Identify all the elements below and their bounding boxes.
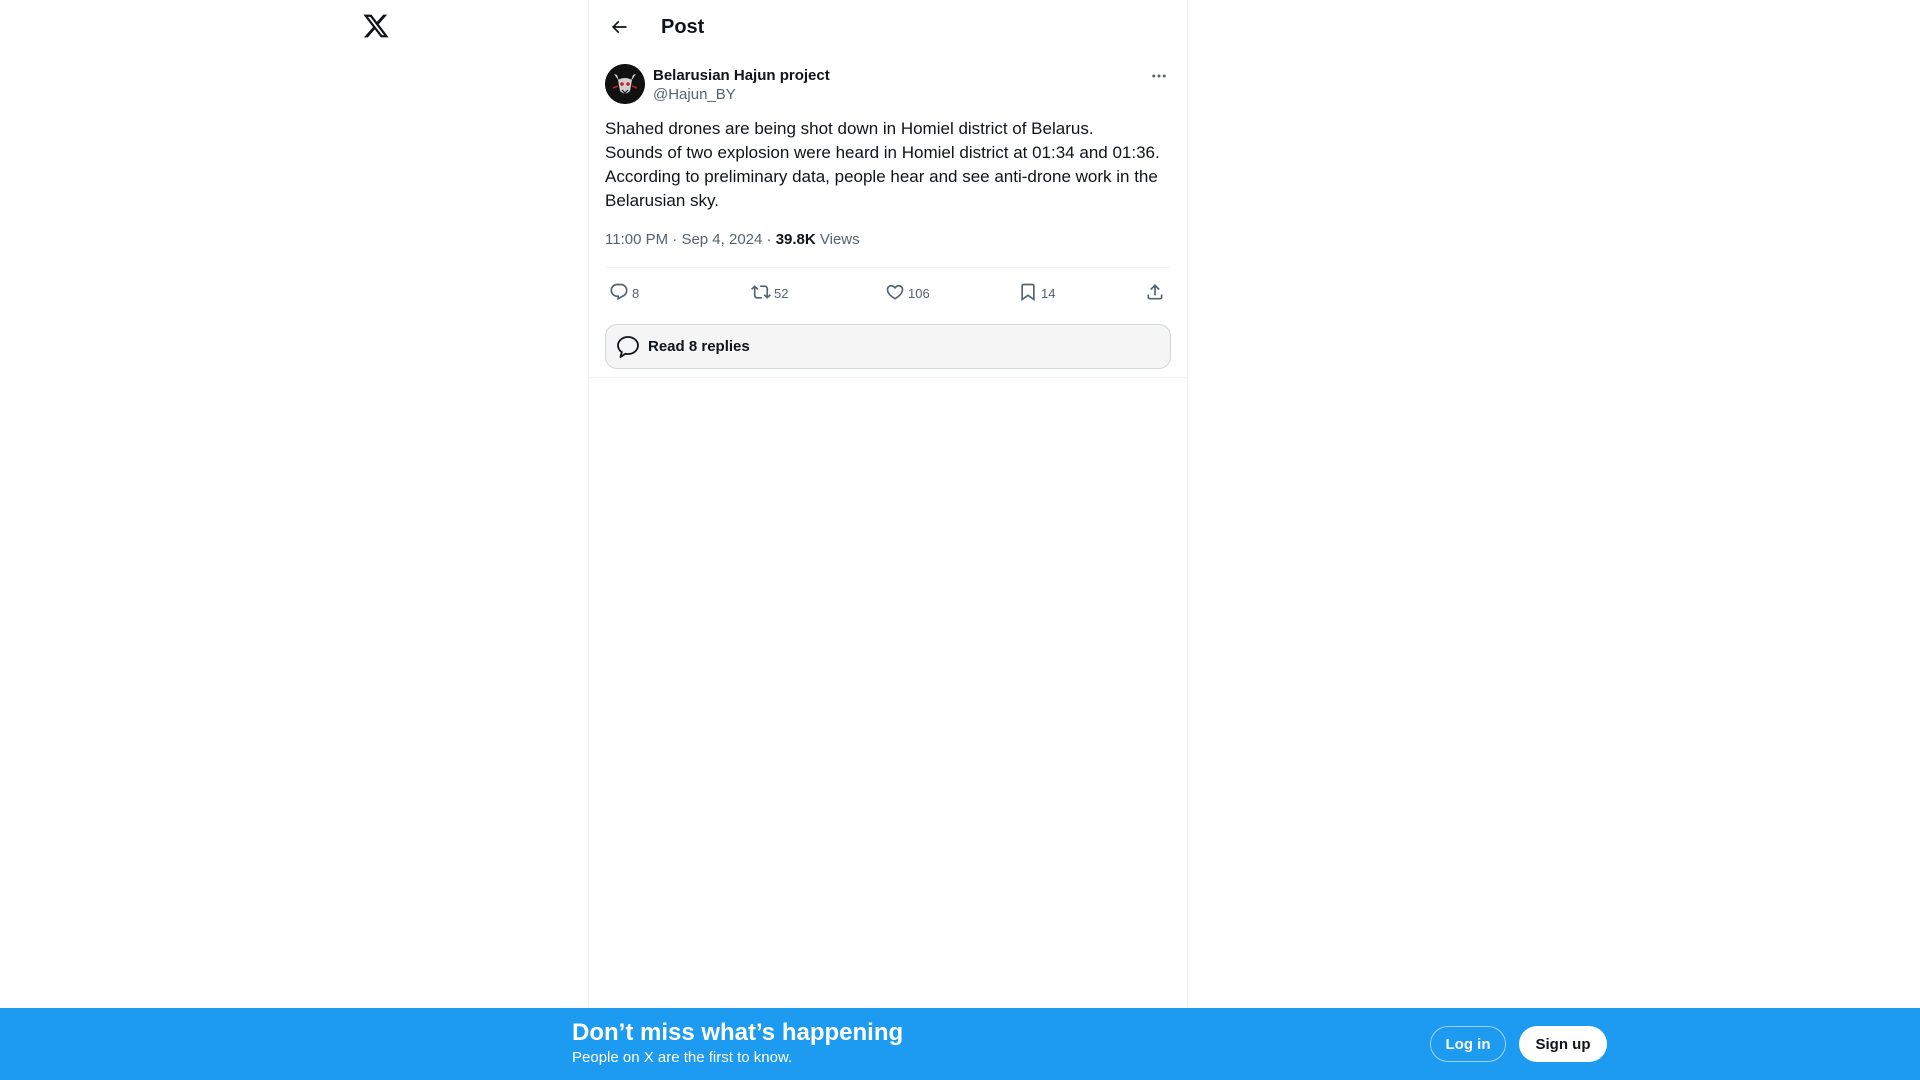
views-count: 39.8K — [775, 231, 816, 248]
tweet-text: Shahed drones are being shot down in Hom… — [605, 119, 1160, 210]
main-column: Post Belarusian Hajun project @Hajun_BY — [588, 0, 1188, 1080]
author-name[interactable]: Belarusian Hajun project — [653, 66, 830, 86]
meta-separator: · — [672, 231, 678, 248]
author-handle[interactable]: @Hajun_BY — [653, 85, 736, 105]
like-count: 106 — [908, 286, 930, 301]
post-header: Post — [589, 0, 1187, 53]
heart-icon — [886, 284, 904, 300]
reply-icon — [610, 283, 628, 301]
views-label: Views — [819, 231, 860, 248]
share-icon — [1147, 284, 1163, 300]
bookmark-count: 14 — [1041, 286, 1056, 301]
share-button[interactable] — [1145, 280, 1165, 304]
repost-button[interactable]: 52 — [751, 280, 788, 304]
login-button[interactable]: Log in — [1430, 1026, 1506, 1062]
more-horizontal-icon — [1152, 74, 1166, 78]
chat-bubble-icon — [614, 333, 642, 361]
arrow-left-icon — [611, 20, 627, 34]
read-replies-label: Read 8 replies — [648, 338, 750, 355]
banner-subtitle: People on X are the first to know. — [572, 1049, 793, 1066]
avatar[interactable] — [605, 64, 645, 104]
read-replies-button[interactable]: Read 8 replies — [605, 324, 1171, 369]
repost-icon — [751, 285, 771, 299]
reply-count: 8 — [632, 286, 640, 301]
more-button[interactable] — [1147, 64, 1171, 88]
reply-button[interactable]: 8 — [609, 280, 639, 304]
bookmark-icon — [1021, 283, 1035, 302]
like-button[interactable]: 106 — [885, 280, 930, 304]
meta-separator: · — [766, 231, 772, 248]
divider — [589, 377, 1187, 378]
signup-banner: Don’t miss what’s happening People on X … — [0, 1008, 1920, 1080]
back-button[interactable] — [604, 12, 634, 42]
tweet-time[interactable]: 11:00 PM — [605, 231, 668, 248]
bookmark-button[interactable]: 14 — [1018, 280, 1055, 304]
tweet-date[interactable]: Sep 4, 2024 — [681, 231, 762, 248]
signup-button[interactable]: Sign up — [1519, 1026, 1607, 1062]
tweet-meta: 11:00 PM · Sep 4, 2024 · 39.8K Views — [605, 230, 860, 250]
x-logo-icon[interactable] — [362, 12, 390, 40]
tweet-author: Belarusian Hajun project @Hajun_BY — [605, 64, 1171, 106]
repost-count: 52 — [774, 286, 789, 301]
action-bar: 8 52 106 14 — [605, 267, 1171, 315]
banner-title: Don’t miss what’s happening — [572, 1019, 904, 1046]
page-title: Post — [661, 16, 705, 38]
hajun-logo-icon — [605, 64, 645, 104]
